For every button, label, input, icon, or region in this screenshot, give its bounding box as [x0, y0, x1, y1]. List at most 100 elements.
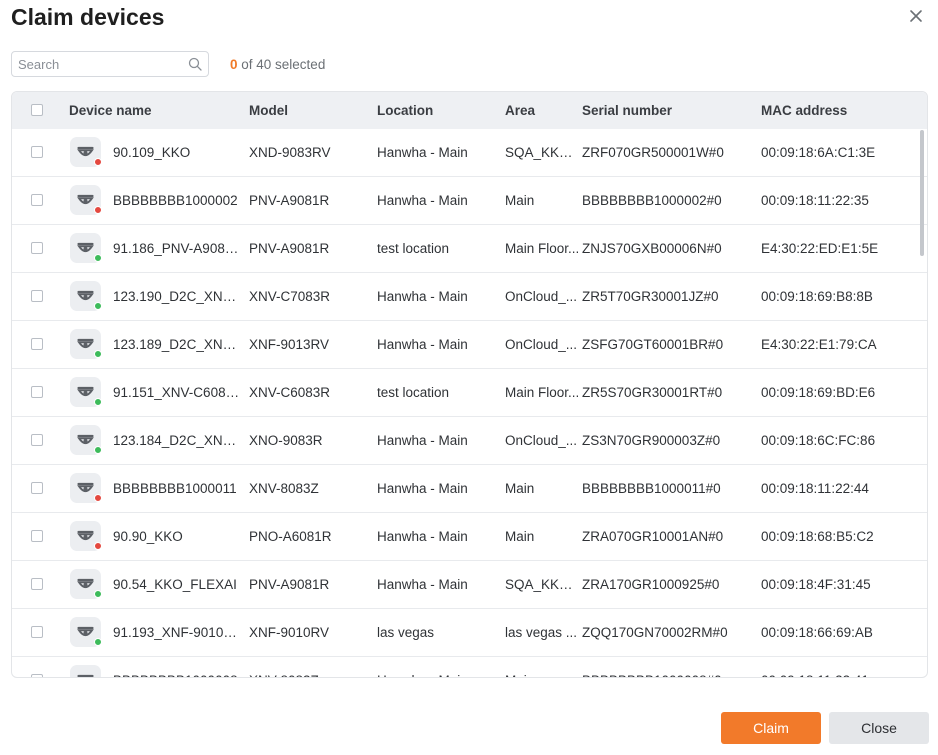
- row-checkbox[interactable]: [31, 482, 43, 494]
- area-cell: Main: [505, 673, 580, 677]
- device-name-cell: 90.54_KKO_FLEXAI: [113, 577, 237, 592]
- row-checkbox[interactable]: [31, 146, 43, 158]
- table-header: Device name Model Location Area Serial n…: [12, 92, 927, 129]
- row-checkbox[interactable]: [31, 194, 43, 206]
- column-device-name[interactable]: Device name: [69, 103, 152, 118]
- status-dot: [94, 638, 102, 646]
- dome-camera-icon: [70, 473, 102, 503]
- column-model[interactable]: Model: [249, 103, 288, 118]
- search-icon[interactable]: [188, 57, 202, 71]
- table-row[interactable]: 91.186_PNV-A9081... PNV-A9081R test locati…: [12, 225, 927, 273]
- search-field[interactable]: [11, 51, 209, 77]
- close-icon[interactable]: [905, 5, 927, 27]
- table-row[interactable]: BBBBBBBB1000008 XNV-8083Z Hanwha - Main Mai…: [12, 657, 927, 677]
- table-row[interactable]: 123.184_D2C_XNO-... XNO-9083R Hanwha - Mai…: [12, 417, 927, 465]
- column-mac-address[interactable]: MAC address: [761, 103, 847, 118]
- area-cell: Main: [505, 481, 535, 496]
- table-row[interactable]: 123.189_D2C_XNF-... XNF-9013RV Hanwha - Ma…: [12, 321, 927, 369]
- location-cell: Hanwha - Main: [377, 433, 468, 448]
- claim-button[interactable]: Claim: [721, 712, 821, 744]
- selected-number: 0: [230, 57, 238, 72]
- status-dot: [94, 446, 102, 454]
- device-name-cell: BBBBBBBB1000002: [113, 193, 238, 208]
- device-name-cell: 91.193_XNF-9010R...: [113, 625, 243, 640]
- model-cell: XNV-8083Z: [249, 673, 371, 677]
- table-row[interactable]: 90.54_KKO_FLEXAI PNV-A9081R Hanwha - Main S…: [12, 561, 927, 609]
- row-checkbox[interactable]: [31, 338, 43, 350]
- table-row[interactable]: BBBBBBBB1000011 XNV-8083Z Hanwha - Main Mai…: [12, 465, 927, 513]
- mac-address-cell: 00:09:18:68:B5:C2: [761, 529, 874, 544]
- mac-address-cell: 00:09:18:11:22:41: [761, 673, 911, 677]
- area-cell: SQA_KKO_...: [505, 145, 580, 160]
- row-checkbox[interactable]: [31, 290, 43, 302]
- dome-camera-icon: [70, 425, 102, 455]
- device-name-cell: 91.186_PNV-A9081...: [113, 241, 243, 256]
- location-cell: test location: [377, 385, 450, 400]
- status-dot: [94, 302, 102, 310]
- table-row[interactable]: 90.109_KKO XND-9083RV Hanwha - Main SQA_KKO…: [12, 129, 927, 177]
- scrollbar-thumb[interactable]: [920, 130, 924, 256]
- status-dot: [94, 206, 102, 214]
- mac-address-cell: 00:09:18:69:BD:E6: [761, 385, 876, 400]
- column-area[interactable]: Area: [505, 103, 535, 118]
- device-name-cell: BBBBBBBB1000008: [113, 673, 243, 677]
- location-cell: Hanwha - Main: [377, 193, 468, 208]
- serial-number-cell: BBBBBBBB1000002#0: [582, 193, 722, 208]
- device-table: Device name Model Location Area Serial n…: [11, 91, 928, 678]
- mac-address-cell: 00:09:18:4F:31:45: [761, 577, 871, 592]
- table-row[interactable]: 91.193_XNF-9010R... XNF-9010RV las vegas la…: [12, 609, 927, 657]
- model-cell: PNV-A9081R: [249, 193, 330, 208]
- status-dot: [94, 158, 102, 166]
- device-name-cell: 123.189_D2C_XNF-...: [113, 337, 243, 352]
- serial-number-cell: BBBBBBBB1000011#0: [582, 481, 721, 496]
- mac-address-cell: E4:30:22:ED:E1:5E: [761, 241, 879, 256]
- search-input[interactable]: [12, 52, 178, 76]
- serial-number-cell: BBBBBBBB1000008#0: [582, 673, 757, 677]
- table-row[interactable]: 91.151_XNV-C6083... XNV-C6083R test locati…: [12, 369, 927, 417]
- table-scrollbar[interactable]: [918, 129, 927, 677]
- table-row[interactable]: 90.90_KKO PNO-A6081R Hanwha - Main Main ZRA0…: [12, 513, 927, 561]
- row-checkbox[interactable]: [31, 386, 43, 398]
- dome-camera-icon: [70, 329, 102, 359]
- status-dot: [94, 494, 102, 502]
- column-serial-number[interactable]: Serial number: [582, 103, 672, 118]
- mac-address-cell: 00:09:18:69:B8:8B: [761, 289, 873, 304]
- device-name-cell: 123.184_D2C_XNO-...: [113, 433, 243, 448]
- model-cell: XNF-9010RV: [249, 625, 330, 640]
- model-cell: XND-9083RV: [249, 145, 331, 160]
- status-dot: [94, 590, 102, 598]
- model-cell: XNV-8083Z: [249, 481, 319, 496]
- device-name-cell: 90.90_KKO: [113, 529, 183, 544]
- select-all-checkbox[interactable]: [31, 104, 43, 116]
- row-checkbox[interactable]: [31, 530, 43, 542]
- column-location[interactable]: Location: [377, 103, 433, 118]
- area-cell: Main Floor...: [505, 241, 580, 256]
- status-dot: [94, 350, 102, 358]
- device-name-cell: 123.190_D2C_XNV-...: [113, 289, 243, 304]
- dome-camera-icon: [70, 665, 101, 677]
- status-dot: [94, 254, 102, 262]
- row-checkbox[interactable]: [31, 674, 43, 677]
- location-cell: las vegas: [377, 625, 435, 640]
- selection-count: 0 of 40 selected: [230, 57, 325, 72]
- area-cell: las vegas ...: [505, 625, 578, 640]
- model-cell: PNV-A9081R: [249, 577, 330, 592]
- location-cell: test location: [377, 241, 450, 256]
- area-cell: Main: [505, 529, 535, 544]
- area-cell: OnCloud_...: [505, 289, 578, 304]
- model-cell: XNV-C7083R: [249, 289, 331, 304]
- selection-suffix: of 40 selected: [237, 57, 326, 72]
- table-row[interactable]: BBBBBBBB1000002 PNV-A9081R Hanwha - Main Ma…: [12, 177, 927, 225]
- status-dot: [94, 542, 102, 550]
- location-cell: Hanwha - Main: [377, 289, 468, 304]
- row-checkbox[interactable]: [31, 242, 43, 254]
- row-checkbox[interactable]: [31, 578, 43, 590]
- mac-address-cell: 00:09:18:66:69:AB: [761, 625, 873, 640]
- dome-camera-icon: [70, 569, 102, 599]
- table-row[interactable]: 123.190_D2C_XNV-... XNV-C7083R Hanwha - Ma…: [12, 273, 927, 321]
- serial-number-cell: ZRA170GR1000925#0: [582, 577, 720, 592]
- row-checkbox[interactable]: [31, 434, 43, 446]
- close-button[interactable]: Close: [829, 712, 929, 744]
- area-cell: Main: [505, 193, 535, 208]
- row-checkbox[interactable]: [31, 626, 43, 638]
